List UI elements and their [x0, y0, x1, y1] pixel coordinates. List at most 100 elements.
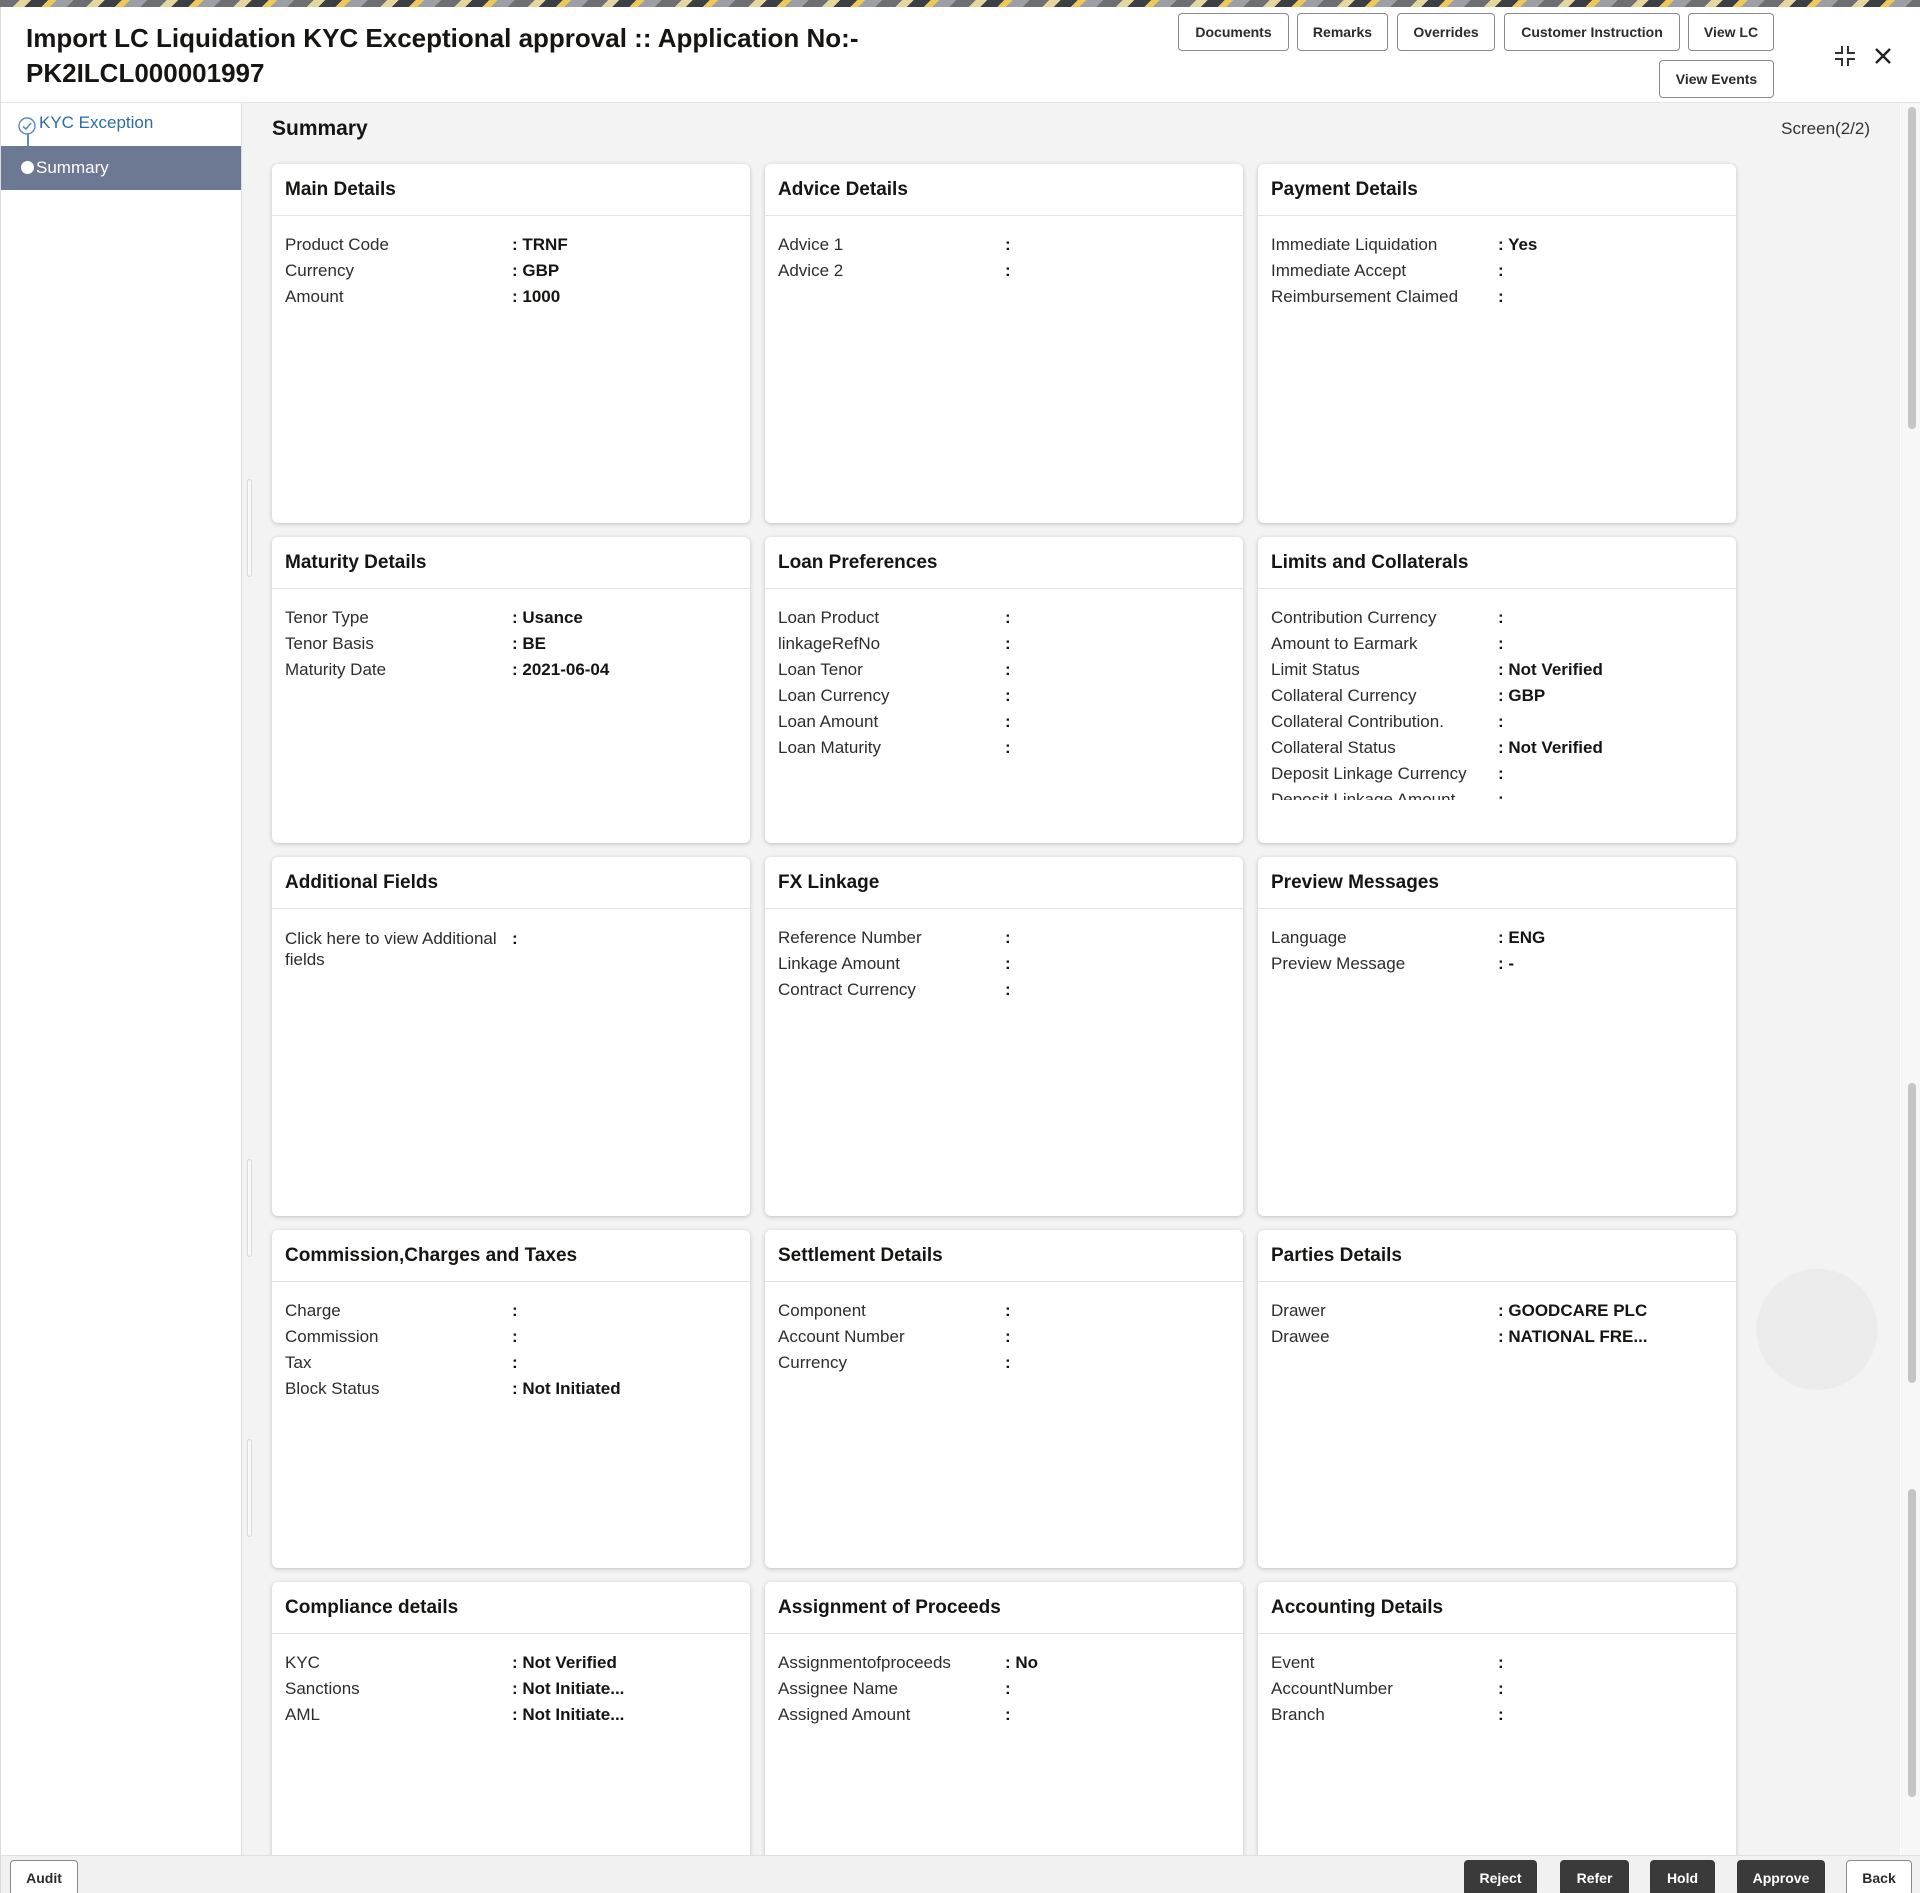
overrides-button[interactable]: Overrides — [1397, 13, 1495, 51]
card-title: Loan Preferences — [765, 537, 1243, 589]
detail-row: Drawee: NATIONAL FRE... — [1271, 1324, 1723, 1350]
detail-row: Collateral Contribution.: — [1271, 709, 1723, 735]
splitter-handle[interactable] — [247, 1439, 252, 1537]
refer-button[interactable]: Refer — [1560, 1860, 1629, 1893]
audit-button[interactable]: Audit — [10, 1860, 78, 1893]
field-label: Component — [778, 1301, 866, 1320]
loan-preferences-card[interactable]: Loan Preferences Loan Product: linkageRe… — [765, 537, 1243, 843]
minimize-icon[interactable] — [1830, 41, 1860, 71]
card-title: Settlement Details — [765, 1230, 1243, 1282]
customer-instruction-button[interactable]: Customer Instruction — [1504, 13, 1680, 51]
compliance-details-card[interactable]: Compliance details KYC: Not Verified San… — [272, 1582, 750, 1855]
field-value: : — [1005, 738, 1011, 757]
field-value: : — [1498, 634, 1504, 653]
card-title: Preview Messages — [1258, 857, 1736, 909]
field-label: Advice 1 — [778, 235, 844, 254]
field-value: : - — [1498, 954, 1515, 973]
view-lc-button[interactable]: View LC — [1688, 13, 1774, 51]
field-label: Deposit Linkage Currency — [1271, 764, 1467, 783]
documents-button[interactable]: Documents — [1178, 13, 1289, 51]
approve-button[interactable]: Approve — [1737, 1860, 1825, 1893]
detail-row: Branch: — [1271, 1702, 1723, 1728]
back-button[interactable]: Back — [1846, 1860, 1912, 1893]
splitter-handle[interactable] — [247, 479, 252, 577]
card-title: Limits and Collaterals — [1258, 537, 1736, 589]
field-value: : — [512, 1353, 518, 1372]
field-label: Sanctions — [285, 1679, 360, 1698]
card-title: FX Linkage — [765, 857, 1243, 909]
field-value: : — [1498, 608, 1504, 627]
detail-row: Collateral Status: Not Verified — [1271, 735, 1723, 761]
detail-row: Amount: 1000 — [285, 284, 737, 310]
reject-button[interactable]: Reject — [1464, 1860, 1537, 1893]
field-label: Assignee Name — [778, 1679, 899, 1698]
field-label: Collateral Contribution. — [1271, 712, 1444, 731]
preview-messages-card[interactable]: Preview Messages Language: ENG Preview M… — [1258, 857, 1736, 1216]
splitter-handle[interactable] — [247, 1159, 252, 1257]
field-value: : — [1005, 712, 1011, 731]
settlement-details-card[interactable]: Settlement Details Component: Account Nu… — [765, 1230, 1243, 1568]
nav-item-summary[interactable]: Summary — [1, 146, 241, 190]
field-label: Preview Message — [1271, 954, 1406, 973]
field-value: : Not Verified — [1498, 738, 1603, 757]
nav-item-kyc-exception[interactable]: KYC Exception — [1, 103, 241, 143]
scrollbar-thumb[interactable] — [1908, 1489, 1916, 1797]
field-value: : 1000 — [512, 287, 561, 306]
header: Import LC Liquidation KYC Exceptional ap… — [1, 7, 1920, 103]
field-label: Product Code — [285, 235, 389, 254]
field-label: Tenor Basis — [285, 634, 374, 653]
remarks-button[interactable]: Remarks — [1297, 13, 1388, 51]
field-label: Language — [1271, 928, 1347, 947]
additional-fields-card[interactable]: Additional Fields Click here to view Add… — [272, 857, 750, 1216]
parties-details-card[interactable]: Parties Details Drawer: GOODCARE PLC Dra… — [1258, 1230, 1736, 1568]
field-label: Loan Tenor — [778, 660, 863, 679]
field-label: Loan Product — [778, 608, 880, 627]
additional-fields-link[interactable]: Click here to view Additional fields — [285, 928, 512, 970]
field-label: AccountNumber — [1271, 1679, 1393, 1698]
field-value: : GOODCARE PLC — [1498, 1301, 1648, 1320]
field-value: : — [1005, 980, 1011, 999]
field-label: Contract Currency — [778, 980, 916, 999]
detail-row: Immediate Accept: — [1271, 258, 1723, 284]
field-value: : — [1005, 1679, 1011, 1698]
close-icon[interactable] — [1868, 41, 1898, 71]
card-title: Main Details — [272, 164, 750, 216]
title-line-1: Import LC Liquidation KYC Exceptional ap… — [26, 23, 859, 53]
scrollbar-thumb[interactable] — [1908, 107, 1916, 429]
field-label: Account Number — [778, 1327, 905, 1346]
detail-row: Deposit Linkage Amount: — [1271, 787, 1723, 800]
view-events-button[interactable]: View Events — [1659, 60, 1774, 98]
field-value: : — [1005, 954, 1011, 973]
detail-row[interactable]: Click here to view Additional fields: — [285, 925, 737, 970]
maturity-details-card[interactable]: Maturity Details Tenor Type: Usance Teno… — [272, 537, 750, 843]
advice-details-card[interactable]: Advice Details Advice 1: Advice 2: — [765, 164, 1243, 523]
payment-details-card[interactable]: Payment Details Immediate Liquidation: Y… — [1258, 164, 1736, 523]
hold-button[interactable]: Hold — [1650, 1860, 1715, 1893]
field-value: : — [1005, 660, 1011, 679]
current-step-dot-icon — [21, 161, 34, 174]
limits-collaterals-card[interactable]: Limits and Collaterals Contribution Curr… — [1258, 537, 1736, 843]
detail-row: Loan Amount: — [778, 709, 1230, 735]
field-value: : — [1005, 261, 1011, 280]
field-value: : Not Verified — [1498, 660, 1603, 679]
assignment-proceeds-card[interactable]: Assignment of Proceeds Assignmentofproce… — [765, 1582, 1243, 1855]
main-details-card[interactable]: Main Details Product Code: TRNF Currency… — [272, 164, 750, 523]
accounting-details-card[interactable]: Accounting Details Event: AccountNumber:… — [1258, 1582, 1736, 1855]
detail-row: Loan Maturity: — [778, 735, 1230, 761]
field-label: Tax — [285, 1353, 312, 1372]
field-value: : — [1498, 1679, 1504, 1698]
field-value: : No — [1005, 1653, 1039, 1672]
detail-row: Linkage Amount: — [778, 951, 1230, 977]
field-value: : Not Initiate... — [512, 1679, 625, 1698]
commission-charges-card[interactable]: Commission,Charges and Taxes Charge: Com… — [272, 1230, 750, 1568]
detail-row: Reference Number: — [778, 925, 1230, 951]
check-circle-icon — [18, 117, 36, 135]
detail-row: Component: — [778, 1298, 1230, 1324]
scrollbar-thumb[interactable] — [1908, 1083, 1916, 1383]
vertical-scrollbar[interactable] — [1901, 103, 1920, 1855]
detail-row: Product Code: TRNF — [285, 232, 737, 258]
nav-item-label: Summary — [36, 158, 109, 177]
field-value: : — [1498, 712, 1504, 731]
field-value: : — [1498, 790, 1504, 800]
fx-linkage-card[interactable]: FX Linkage Reference Number: Linkage Amo… — [765, 857, 1243, 1216]
